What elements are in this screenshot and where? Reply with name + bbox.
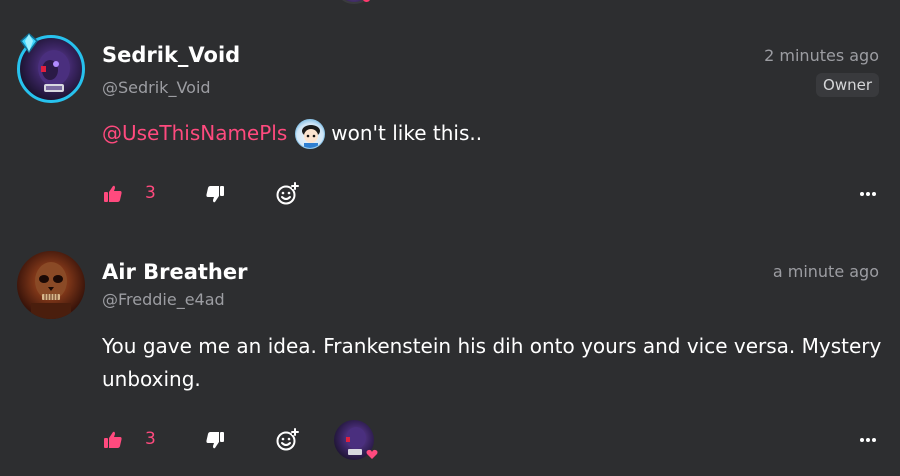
mention-link[interactable]: @UseThisNamePls [102, 117, 287, 150]
author-handle[interactable]: @Freddie_e4ad [102, 290, 225, 309]
add-reaction-button[interactable] [274, 426, 300, 454]
comment-text: won't like this.. [331, 121, 483, 145]
like-button[interactable] [102, 426, 124, 454]
comment-actions: 3 [102, 180, 879, 208]
add-emoji-icon [276, 182, 299, 205]
comment-item: Air Breather @Freddie_e4ad a minute ago … [0, 238, 900, 476]
timestamp: 2 minutes ago [764, 46, 879, 65]
heart-icon [366, 449, 378, 459]
dislike-button[interactable] [204, 180, 226, 208]
thumbs-down-icon [206, 186, 224, 203]
like-count: 3 [145, 183, 156, 203]
author-name[interactable]: Air Breather [102, 260, 247, 284]
author-name[interactable]: Sedrik_Void [102, 43, 240, 67]
comment-body: @UseThisNamePls won't like this.. [102, 117, 882, 150]
diamond-badge-icon [19, 33, 39, 54]
add-reaction-button[interactable] [274, 180, 300, 208]
like-button[interactable] [102, 180, 124, 208]
more-options-icon [860, 192, 876, 196]
more-options-icon [860, 438, 876, 442]
user-emoji-icon [295, 118, 326, 149]
thumbs-up-icon [104, 431, 122, 448]
timestamp: a minute ago [772, 262, 879, 281]
more-options-button[interactable] [857, 426, 879, 454]
thumbs-down-icon [206, 432, 224, 449]
more-options-button[interactable] [857, 180, 879, 208]
dislike-button[interactable] [204, 426, 226, 454]
add-emoji-icon [276, 428, 299, 451]
comment-body: You gave me an idea. Frankenstein his di… [102, 334, 882, 391]
avatar[interactable] [17, 251, 85, 319]
comment-item: Sedrik_Void @Sedrik_Void 2 minutes ago O… [0, 0, 900, 238]
comment-actions: 3 [102, 420, 879, 460]
author-handle[interactable]: @Sedrik_Void [102, 78, 211, 97]
skull-avatar-icon [31, 262, 71, 319]
owner-badge: Owner [816, 73, 879, 97]
like-count: 3 [145, 429, 156, 449]
thumbs-up-icon [104, 185, 122, 202]
